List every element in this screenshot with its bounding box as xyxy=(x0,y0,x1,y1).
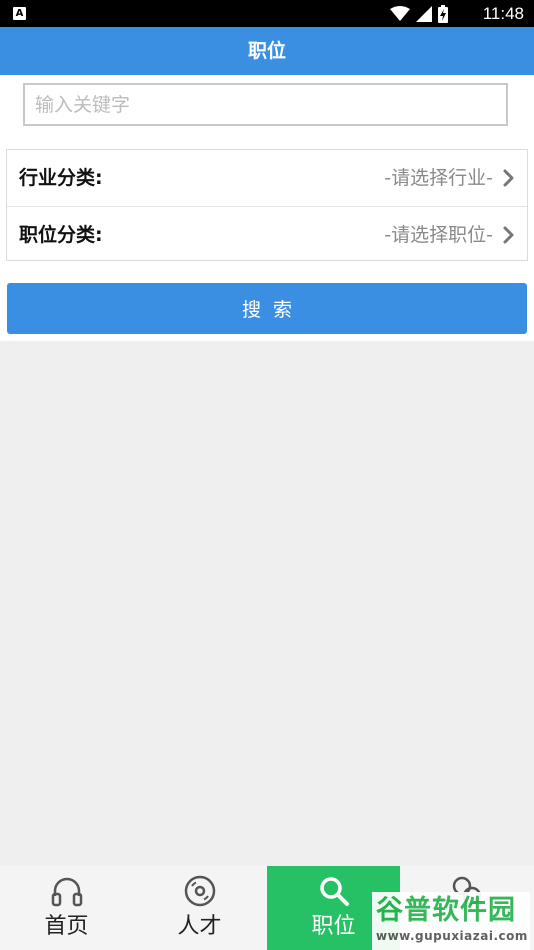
tab-label: 首页 xyxy=(44,914,89,939)
status-bar: A 11:48 xyxy=(0,0,534,27)
watermark-url: www.gupuxiazai.com xyxy=(376,929,528,943)
filter-label: 行业分类: xyxy=(19,167,103,189)
filter-label: 职位分类: xyxy=(19,224,103,246)
search-panel: 行业分类: -请选择行业- 职位分类: -请选择职位- 搜索 xyxy=(0,75,534,341)
position-category-row[interactable]: 职位分类: -请选择职位- xyxy=(7,206,527,262)
position-select-value: -请选择职位- xyxy=(384,224,493,246)
page-header: 职位 xyxy=(0,27,534,75)
watermark-logo: 谷普软件园 www.gupuxiazai.com xyxy=(372,892,530,950)
page-title: 职位 xyxy=(247,40,286,62)
signal-icon xyxy=(416,6,432,22)
wifi-icon xyxy=(390,6,410,21)
tab-talent[interactable]: 人才 xyxy=(133,866,266,950)
search-icon xyxy=(319,877,349,906)
chevron-right-icon xyxy=(503,226,514,244)
industry-category-row[interactable]: 行业分类: -请选择行业- xyxy=(7,150,527,206)
watermark-title: 谷普软件园 xyxy=(376,895,516,926)
battery-icon xyxy=(438,5,448,23)
industry-select-value: -请选择行业- xyxy=(384,167,493,189)
headphones-icon xyxy=(51,877,82,907)
clock-text: 11:48 xyxy=(482,4,524,23)
notification-a-icon: A xyxy=(13,7,26,20)
search-button[interactable]: 搜索 xyxy=(7,283,527,334)
tab-label: 人才 xyxy=(177,914,222,939)
disc-icon xyxy=(184,875,215,907)
chevron-right-icon xyxy=(503,169,514,187)
filter-list: 行业分类: -请选择行业- 职位分类: -请选择职位- xyxy=(6,149,528,261)
tab-home[interactable]: 首页 xyxy=(0,866,133,950)
keyword-search-input[interactable] xyxy=(23,83,508,126)
